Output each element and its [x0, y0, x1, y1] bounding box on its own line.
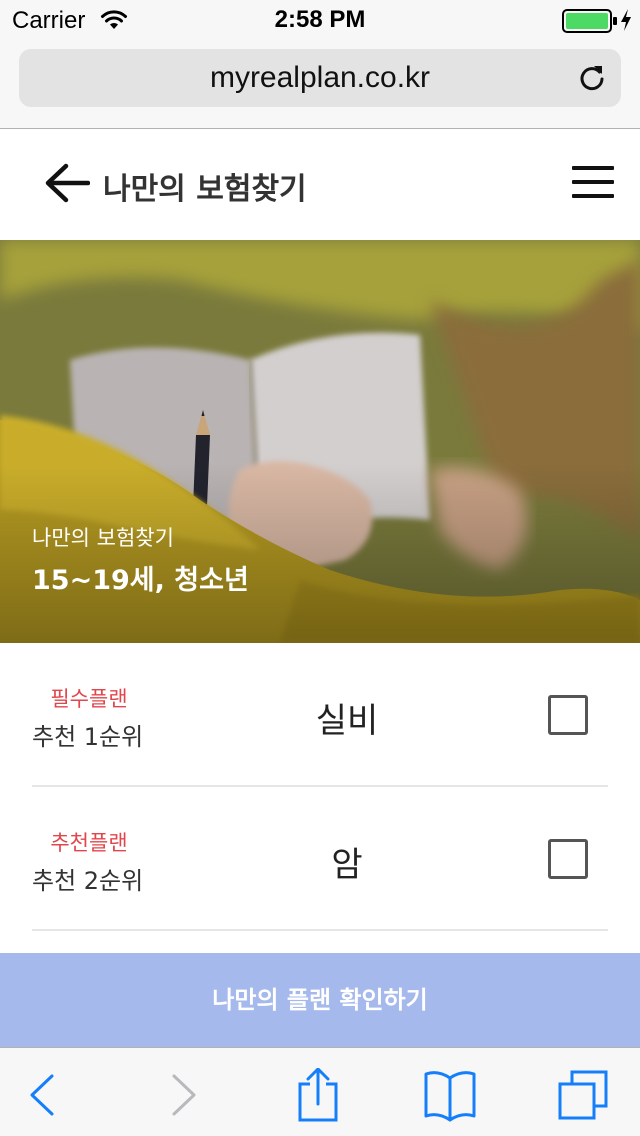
battery-icon [562, 9, 617, 33]
browser-back-icon[interactable] [14, 1068, 70, 1122]
address-bar[interactable]: myrealplan.co.kr [19, 49, 621, 107]
safari-toolbar [0, 1047, 640, 1136]
back-arrow-icon[interactable] [44, 161, 90, 205]
status-time: 2:58 PM [274, 6, 366, 33]
plan-list: 필수플랜 추천 1순위 실비 추천플랜 추천 2순위 암 [32, 643, 608, 931]
plan-checkbox[interactable] [548, 839, 588, 879]
hero-shade [0, 463, 640, 643]
safari-top-bar: Carrier 2:58 PM myrealplan.co.kr [0, 0, 640, 129]
url-text[interactable]: myrealplan.co.kr [19, 61, 621, 95]
hero-banner: 나만의 보험찾기 15~19세, 청소년 [0, 240, 640, 643]
screen: Carrier 2:58 PM myrealplan.co.kr 나만의 보험찾… [0, 0, 640, 1136]
plan-rank-label: 추천 2순위 [32, 867, 144, 895]
plan-type-label: 필수플랜 [50, 687, 128, 711]
plan-type-label: 추천플랜 [50, 831, 128, 855]
share-icon[interactable] [290, 1068, 346, 1122]
reload-icon[interactable] [577, 63, 607, 93]
charging-bolt-icon [621, 9, 631, 31]
confirm-plan-button[interactable]: 나만의 플랜 확인하기 [0, 953, 640, 1047]
plan-name: 암 [331, 845, 363, 885]
status-bar: Carrier 2:58 PM [0, 0, 640, 40]
hero-subtitle: 나만의 보험찾기 [32, 526, 174, 550]
menu-line [572, 166, 614, 170]
plan-row[interactable]: 추천플랜 추천 2순위 암 [32, 787, 608, 931]
browser-forward-icon[interactable] [156, 1068, 212, 1122]
menu-line [572, 194, 614, 198]
page-title: 나만의 보험찾기 [103, 172, 307, 207]
hamburger-menu-icon[interactable] [572, 166, 614, 200]
plan-rank-label: 추천 1순위 [32, 723, 144, 751]
hero-title: 15~19세, 청소년 [32, 565, 249, 596]
plan-row[interactable]: 필수플랜 추천 1순위 실비 [32, 643, 608, 787]
tabs-icon[interactable] [556, 1068, 612, 1122]
bookmarks-icon[interactable] [422, 1068, 478, 1122]
plan-name: 실비 [315, 701, 379, 741]
menu-line [572, 180, 614, 184]
app-header: 나만의 보험찾기 [0, 130, 640, 240]
plan-checkbox[interactable] [548, 695, 588, 735]
